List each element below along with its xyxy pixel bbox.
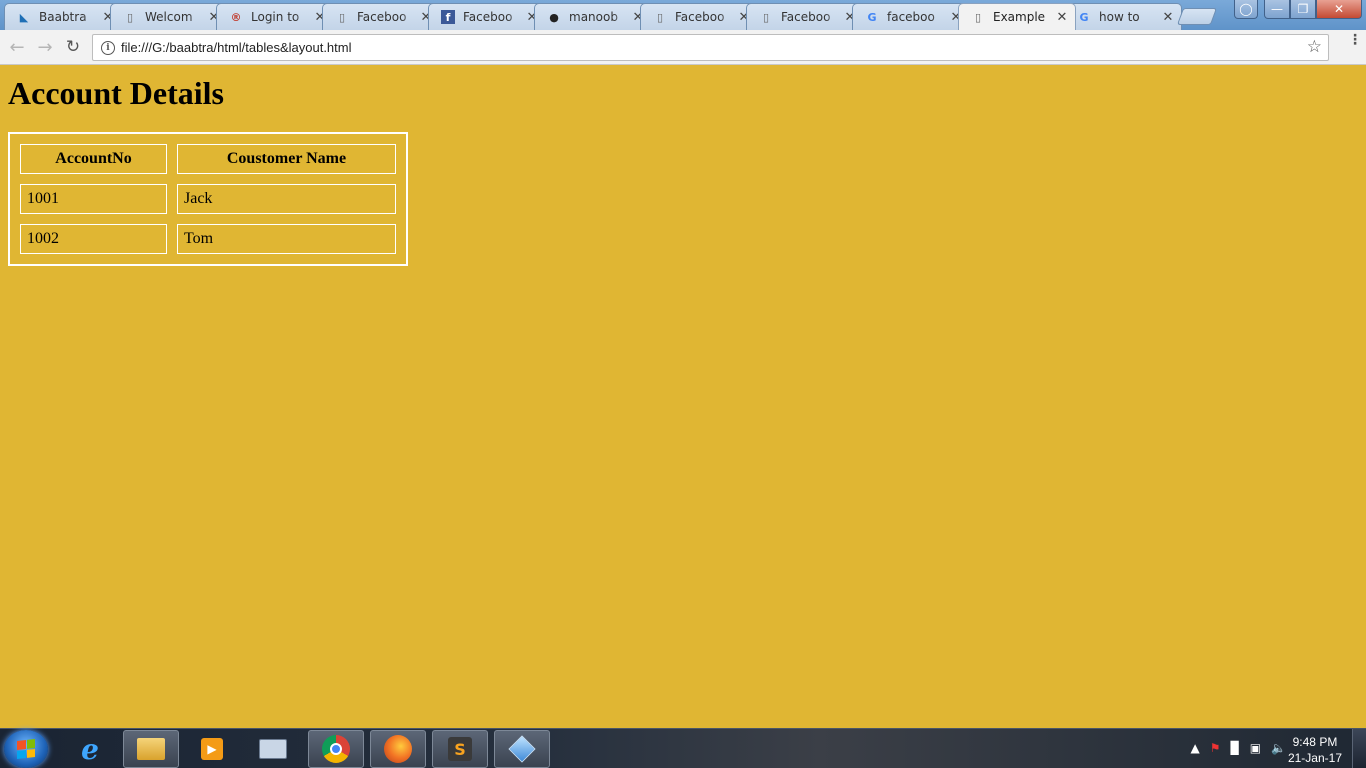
tab-4[interactable]: f Faceboo ✕: [428, 3, 546, 30]
table-row: 1001 Jack: [20, 184, 396, 214]
tab-10[interactable]: Ghow to ✕: [1064, 3, 1182, 30]
tab-5[interactable]: ● manoob ✕: [534, 3, 652, 30]
account-no-cell: 1001: [20, 184, 167, 214]
new-tab-button[interactable]: [1176, 8, 1218, 25]
firefox-icon[interactable]: [370, 730, 426, 768]
virtualbox-icon[interactable]: [494, 730, 550, 768]
volume-icon[interactable]: 🔈: [1271, 741, 1286, 755]
windows-logo-icon: [17, 739, 35, 759]
google-icon: G: [867, 10, 877, 24]
page-icon: ▯: [974, 10, 982, 24]
tab-label: Faceboo: [357, 10, 407, 24]
chrome-icon[interactable]: [308, 730, 364, 768]
tab-0[interactable]: ◣ Baabtra ✕: [4, 3, 122, 30]
bookmark-star-icon[interactable]: ☆: [1307, 37, 1322, 57]
account-no-cell: 1002: [20, 224, 167, 254]
tab-label: how to: [1099, 10, 1140, 24]
minimize-button[interactable]: —: [1264, 0, 1290, 19]
media-player-icon[interactable]: ▶: [184, 730, 240, 768]
tab-label: Faceboo: [463, 10, 513, 24]
tab-label: Faceboo: [781, 10, 831, 24]
tab-6[interactable]: ▯ Faceboo ✕: [640, 3, 758, 30]
address-bar[interactable]: i file:///G:/baabtra/html/tables&layout.…: [92, 34, 1329, 61]
browser-toolbar: ← → ↻ i file:///G:/baabtra/html/tables&l…: [0, 30, 1366, 65]
close-window-button[interactable]: ✕: [1316, 0, 1362, 19]
page-title: Account Details: [8, 75, 224, 111]
tab-close-icon[interactable]: ✕: [1161, 10, 1175, 25]
tab-7[interactable]: ▯ Faceboo ✕: [746, 3, 864, 30]
address-text[interactable]: file:///G:/baabtra/html/tables&layout.ht…: [121, 40, 352, 55]
facebook-icon: f: [441, 10, 455, 24]
account-table: AccountNo Coustomer Name 1001 Jack 1002 …: [8, 132, 408, 266]
tab-close-icon[interactable]: ✕: [1055, 10, 1069, 25]
page-content: Account Details AccountNo Coustomer Name…: [0, 66, 1366, 728]
network-signal-icon[interactable]: ▉: [1230, 741, 1239, 755]
tab-label: Baabtra: [39, 10, 87, 24]
profile-icon[interactable]: ◯: [1234, 0, 1258, 19]
page-icon: ▯: [656, 10, 664, 24]
keyboard-app-icon[interactable]: [245, 730, 301, 768]
taskbar: e ▶ S ▲ ⚑ ▉ ▣ 🔈 9:48 PM 21-Jan-17: [0, 728, 1366, 768]
reload-icon[interactable]: ↻: [62, 36, 84, 58]
login-icon: ®: [230, 10, 242, 24]
table-header-row: AccountNo Coustomer Name: [20, 144, 396, 174]
system-tray: ▲ ⚑ ▉ ▣ 🔈: [1190, 741, 1286, 755]
clock-date: 21-Jan-17: [1287, 751, 1342, 765]
tab-label: faceboo: [887, 10, 935, 24]
window-controls: ◯ — ❐ ✕: [1234, 0, 1362, 19]
page-icon: ▯: [338, 10, 346, 24]
file-explorer-icon[interactable]: [123, 730, 179, 768]
customer-name-cell: Tom: [177, 224, 396, 254]
page-icon: ▯: [762, 10, 770, 24]
page-icon: ▯: [126, 10, 134, 24]
show-hidden-icons-icon[interactable]: ▲: [1190, 741, 1199, 755]
tab-label: Example: [993, 10, 1046, 24]
table-row: 1002 Tom: [20, 224, 396, 254]
maximize-button[interactable]: ❐: [1290, 0, 1316, 19]
back-arrow-icon[interactable]: ←: [6, 36, 28, 58]
google-icon: G: [1079, 10, 1089, 24]
start-button[interactable]: [4, 730, 48, 768]
tab-9[interactable]: ▯ Example ✕: [958, 3, 1076, 30]
tab-8[interactable]: Gfaceboo ✕: [852, 3, 970, 30]
internet-explorer-icon[interactable]: e: [62, 730, 118, 768]
tab-label: Faceboo: [675, 10, 725, 24]
tab-strip: ◣ Baabtra ✕ ▯ Welcom ✕ ® Login to ✕ ▯ Faceboo ✕ f Fac…: [0, 0, 1366, 30]
github-icon: ●: [549, 10, 559, 24]
tab-label: Welcom: [145, 10, 193, 24]
customer-name-cell: Jack: [177, 184, 396, 214]
power-icon[interactable]: ▣: [1250, 741, 1261, 755]
clock-time: 9:48 PM: [1292, 735, 1338, 749]
system-clock[interactable]: 9:48 PM 21-Jan-17: [1288, 734, 1342, 766]
column-header-account-no: AccountNo: [20, 144, 167, 174]
tab-label: manoob: [569, 10, 618, 24]
tab-2[interactable]: ® Login to ✕: [216, 3, 334, 30]
menu-icon[interactable]: ⋮: [1348, 33, 1362, 47]
sublime-text-icon[interactable]: S: [432, 730, 488, 768]
action-center-flag-icon[interactable]: ⚑: [1210, 741, 1221, 755]
info-icon[interactable]: i: [101, 41, 115, 55]
tab-label: Login to: [251, 10, 300, 24]
show-desktop-button[interactable]: [1352, 729, 1366, 768]
column-header-customer-name: Coustomer Name: [177, 144, 396, 174]
tab-1[interactable]: ▯ Welcom ✕: [110, 3, 228, 30]
tab-3[interactable]: ▯ Faceboo ✕: [322, 3, 440, 30]
baabtra-icon: ◣: [19, 10, 29, 24]
forward-arrow-icon[interactable]: →: [34, 36, 56, 58]
